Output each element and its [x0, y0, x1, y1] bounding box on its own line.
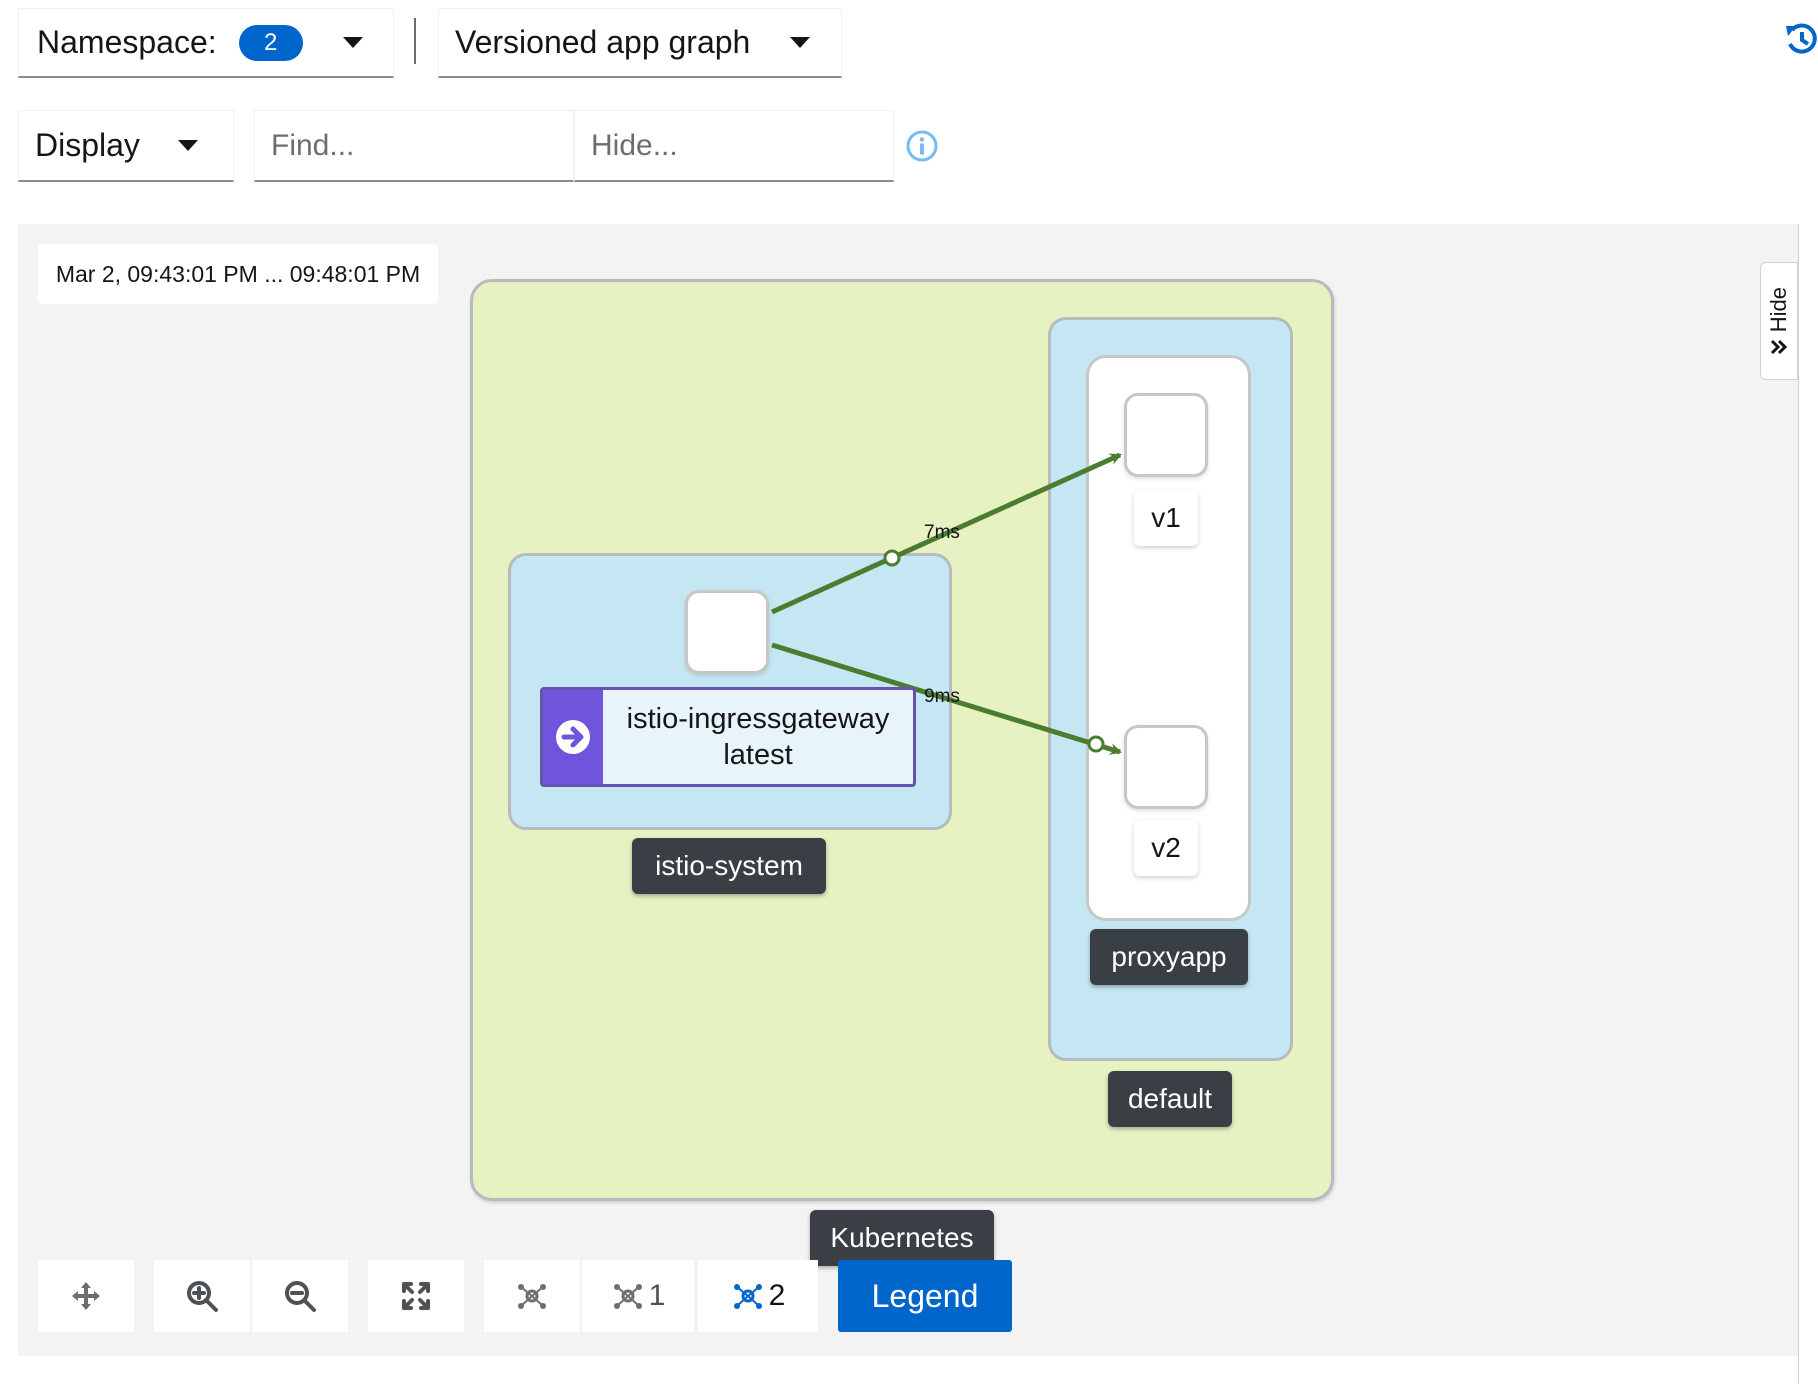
topology-icon [733, 1284, 762, 1309]
app-label-proxyapp: proxyapp [1090, 929, 1248, 985]
v2-label: v2 [1134, 820, 1198, 876]
cluster-label-kubernetes: Kubernetes [810, 1210, 994, 1266]
zoom-in-button[interactable] [154, 1260, 250, 1332]
legend-button[interactable]: Legend [838, 1260, 1012, 1332]
edge-label-v2: 9ms [924, 686, 960, 707]
hide-side-panel-tab[interactable]: Hide [1760, 262, 1798, 380]
namespace-label-istio-system: istio-system [632, 838, 826, 894]
gateway-node[interactable] [685, 590, 769, 674]
hide-tab-label: Hide [1766, 287, 1791, 333]
layout-default-button[interactable] [484, 1260, 580, 1332]
layout-1-label: 1 [648, 1279, 666, 1312]
layout-1-button[interactable]: 1 [582, 1260, 694, 1332]
topology-icon [518, 1284, 546, 1309]
namespace-label-default: default [1108, 1071, 1232, 1127]
double-chevron-right-icon [1770, 339, 1788, 354]
gateway-name: istio-ingressgateway [626, 703, 890, 735]
pan-button[interactable] [38, 1260, 134, 1332]
v1-node[interactable] [1124, 393, 1208, 477]
expand-icon [402, 1282, 430, 1310]
zoom-in-icon [187, 1281, 218, 1312]
v2-node[interactable] [1124, 725, 1208, 809]
move-arrows-icon [72, 1282, 100, 1310]
edge-endpoint-marker [1087, 735, 1105, 753]
v1-label: v1 [1134, 490, 1198, 546]
edge-endpoint-marker [883, 549, 901, 567]
gateway-icon-strip [543, 690, 603, 784]
gateway-node-label[interactable]: istio-ingressgateway latest [540, 687, 916, 787]
layout-2-label: 2 [768, 1279, 786, 1312]
zoom-out-button[interactable] [252, 1260, 348, 1332]
arrow-right-circle-icon [556, 720, 590, 754]
layout-2-button[interactable]: 2 [698, 1260, 818, 1332]
edge-label-v1: 7ms [924, 522, 960, 543]
zoom-out-icon [285, 1281, 316, 1312]
gateway-version: latest [723, 739, 793, 771]
fit-to-screen-button[interactable] [368, 1260, 464, 1332]
topology-icon [613, 1284, 642, 1309]
